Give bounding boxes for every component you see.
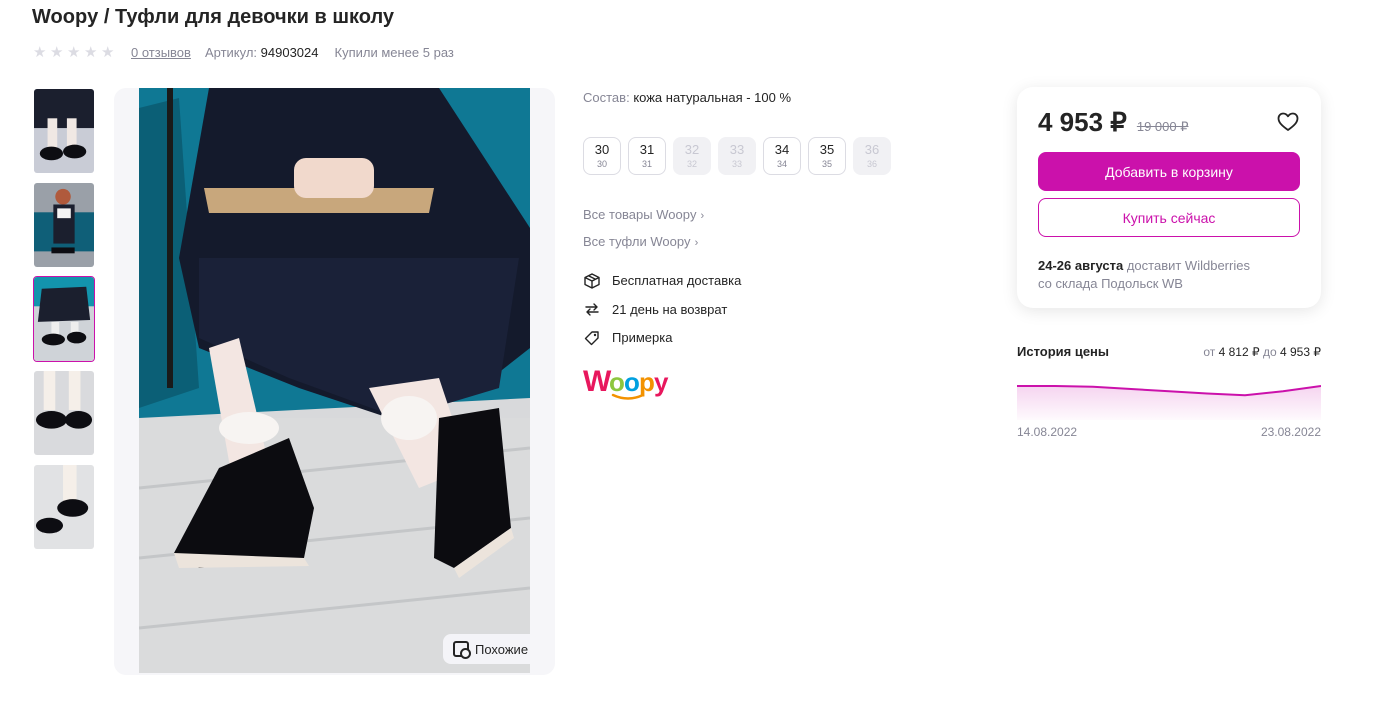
delivery-warehouse: со склада Подольск WB: [1038, 276, 1183, 291]
size-label: 32: [684, 141, 700, 157]
purchase-count: Купили менее 5 раз: [334, 45, 454, 60]
size-label: 31: [639, 141, 655, 157]
thumbnail[interactable]: [33, 464, 95, 550]
feature-free-delivery: Бесплатная доставка: [583, 271, 741, 290]
size-option-unavailable[interactable]: 32 32: [673, 137, 711, 175]
star-icon: ★: [50, 43, 64, 61]
range-from-value: 4 812 ₽: [1218, 345, 1260, 359]
size-option[interactable]: 34 34: [763, 137, 801, 175]
brand-logo[interactable]: W o o p y: [583, 364, 671, 409]
product-image: [139, 88, 530, 673]
size-option[interactable]: 30 30: [583, 137, 621, 175]
composition-value: кожа натуральная - 100 %: [633, 90, 792, 105]
size-label: 35: [819, 141, 835, 157]
composition: Состав: кожа натуральная - 100 %: [583, 90, 791, 105]
delivery-info: 24-26 августа доставит Wildberries со ск…: [1038, 257, 1250, 293]
main-photo[interactable]: Похожие: [114, 88, 555, 675]
rating-stars[interactable]: ★ ★ ★ ★ ★: [33, 43, 115, 61]
history-date-end: 23.08.2022: [1260, 425, 1321, 439]
article-number[interactable]: Артикул: 94903024: [205, 45, 319, 60]
heart-icon[interactable]: [1277, 112, 1299, 132]
tag-icon: [583, 329, 600, 346]
price-history-dates: 14.08.2022 23.08.2022: [1017, 425, 1321, 439]
composition-label: Состав:: [583, 90, 630, 105]
size-label: 30: [594, 141, 610, 157]
link-label: Все товары Woopy: [583, 207, 697, 222]
feature-return: 21 день на возврат: [583, 300, 741, 319]
return-icon: [583, 301, 600, 318]
product-meta: ★ ★ ★ ★ ★ 0 отзывов Артикул: 94903024 Ку…: [33, 43, 454, 61]
history-date-start: 14.08.2022: [1017, 425, 1078, 439]
similar-search-icon: [453, 641, 471, 659]
chevron-right-icon: ›: [694, 237, 699, 249]
product-title: Woopy / Туфли для девочки в школу: [32, 6, 395, 28]
size-selector: 30 30 31 31 32 32 33 33 34 34 35 35 36 36: [583, 137, 891, 175]
thumbnail[interactable]: [33, 182, 95, 268]
add-to-cart-button[interactable]: Добавить в корзину: [1038, 152, 1300, 191]
all-brand-products-link[interactable]: Все товары Woopy ›: [583, 207, 704, 222]
thumbnail-active[interactable]: [33, 276, 95, 362]
feature-label: 21 день на возврат: [612, 301, 728, 317]
size-option-unavailable[interactable]: 36 36: [853, 137, 891, 175]
star-icon: ★: [84, 43, 98, 61]
feature-fitting: Примерка: [583, 328, 741, 347]
size-label: 34: [774, 141, 790, 157]
size-ru: 33: [731, 158, 742, 169]
all-brand-shoes-link[interactable]: Все туфли Woopy ›: [583, 234, 704, 249]
delivery-date: 24-26 августа: [1038, 258, 1124, 273]
feature-label: Бесплатная доставка: [612, 273, 742, 288]
delivery-by: доставит Wildberries: [1123, 258, 1250, 273]
reviews-link[interactable]: 0 отзывов: [131, 45, 191, 60]
feature-list: Бесплатная доставка 21 день на возврат П…: [583, 271, 741, 357]
old-price: 19 000 ₽: [1136, 119, 1189, 134]
buy-card: 4 953 ₽ 19 000 ₽ Добавить в корзину Купи…: [1017, 87, 1321, 308]
thumbnail-list: [33, 88, 95, 558]
chevron-right-icon: ›: [700, 210, 705, 222]
svg-text:y: y: [654, 367, 669, 397]
brand-links: Все товары Woopy › Все туфли Woopy ›: [583, 207, 704, 261]
feature-label: Примерка: [612, 330, 673, 345]
size-ru: 31: [641, 158, 652, 169]
article-label: Артикул:: [204, 45, 258, 60]
similar-button[interactable]: Похожие: [443, 634, 539, 664]
svg-text:o: o: [624, 367, 640, 397]
size-option[interactable]: 31 31: [628, 137, 666, 175]
svg-text:p: p: [639, 367, 655, 397]
buy-now-button[interactable]: Купить сейчас: [1038, 198, 1300, 237]
price-history-title: История цены: [1017, 344, 1110, 359]
thumbnail[interactable]: [33, 370, 95, 456]
range-from-label: от: [1203, 345, 1216, 359]
size-ru: 32: [686, 158, 697, 169]
size-ru: 34: [776, 158, 787, 169]
box-icon: [583, 272, 600, 289]
size-ru: 30: [596, 158, 607, 169]
woopy-logo-icon: W o o p y: [583, 365, 669, 400]
link-label: Все туфли Woopy: [583, 234, 691, 249]
size-option-unavailable[interactable]: 33 33: [718, 137, 756, 175]
size-option[interactable]: 35 35: [808, 137, 846, 175]
range-to-value: 4 953 ₽: [1280, 345, 1321, 359]
star-icon: ★: [101, 43, 115, 61]
current-price: 4 953 ₽: [1038, 107, 1127, 137]
similar-label: Похожие: [475, 641, 529, 657]
article-value: 94903024: [260, 45, 319, 60]
size-ru: 36: [866, 158, 877, 169]
size-label: 36: [864, 141, 880, 157]
svg-text:o: o: [609, 367, 625, 397]
svg-text:W: W: [583, 365, 612, 398]
size-ru: 35: [821, 158, 832, 169]
price-block: 4 953 ₽ 19 000 ₽: [1038, 107, 1189, 138]
size-label: 33: [729, 141, 745, 157]
range-to-label: до: [1262, 345, 1277, 359]
star-icon: ★: [67, 43, 81, 61]
price-history-chart[interactable]: [1017, 378, 1321, 420]
star-icon: ★: [33, 43, 47, 61]
price-history-range: от 4 812 ₽ до 4 953 ₽: [1203, 345, 1321, 359]
thumbnail[interactable]: [33, 88, 95, 174]
